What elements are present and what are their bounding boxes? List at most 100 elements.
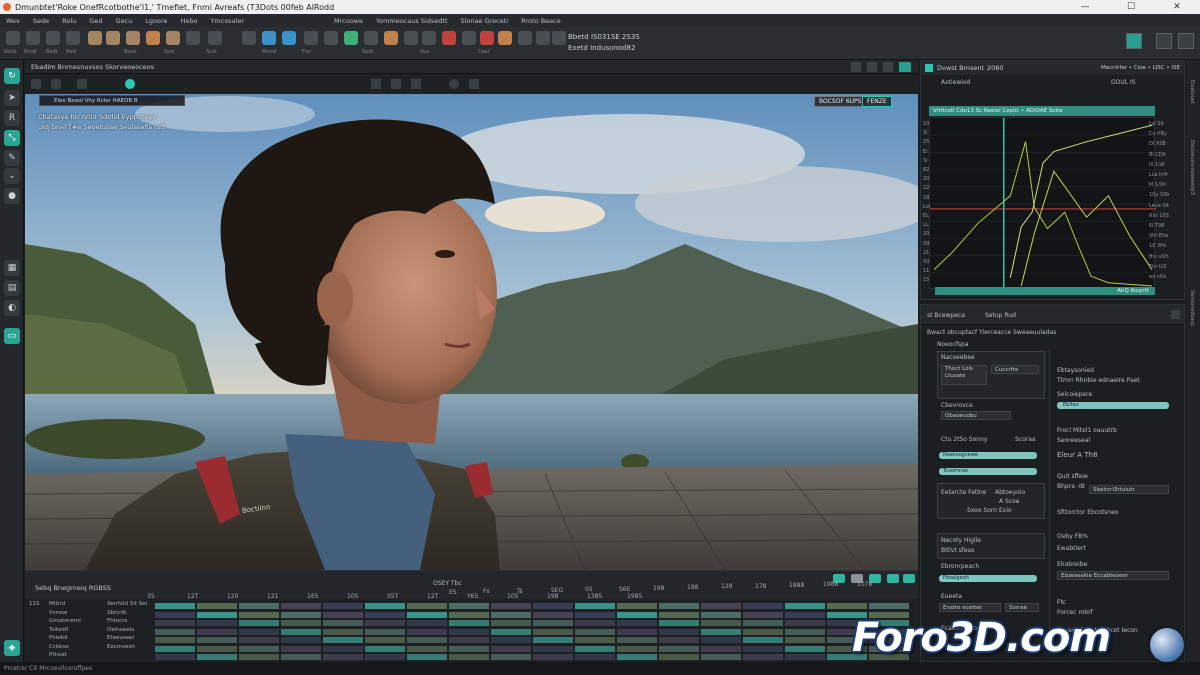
timeline-clip[interactable] — [659, 603, 699, 609]
timeline-clip[interactable] — [449, 654, 489, 660]
timeline-clip[interactable] — [617, 628, 657, 635]
timeline-clip[interactable] — [701, 645, 741, 652]
timeline-clip[interactable] — [743, 637, 783, 643]
timeline-clip[interactable] — [785, 603, 825, 609]
graph-bottom-bar[interactable]: AhQ Ibuyrtt — [935, 287, 1155, 295]
cursor-tool-icon[interactable]: ➤ — [4, 90, 20, 106]
timeline-clip[interactable] — [281, 611, 321, 618]
timeline-clip[interactable] — [617, 611, 657, 618]
timeline-clip[interactable] — [365, 645, 405, 652]
record-tool-icon[interactable] — [442, 31, 456, 45]
viewport-render-icon[interactable] — [899, 62, 911, 72]
property-field[interactable]: Cuccrtte — [991, 365, 1039, 374]
timeline-clip[interactable] — [575, 603, 615, 609]
brush-tool-icon[interactable] — [26, 31, 40, 45]
graph-channel-strip[interactable]: Vrtitcstl Cde13 Sc Reeiel Ceplic • ADIOA… — [929, 106, 1155, 116]
menu-item[interactable]: Gecu — [115, 17, 132, 25]
menu-item[interactable]: Lgoore — [145, 17, 167, 25]
timeline-clip[interactable] — [197, 620, 237, 626]
timeline-clip[interactable] — [701, 628, 741, 635]
timeline-clip[interactable] — [155, 620, 195, 626]
timeline-clip[interactable] — [575, 620, 615, 626]
timeline-clip[interactable] — [491, 628, 531, 635]
timeline-clip[interactable] — [239, 654, 279, 660]
grid-view-icon[interactable]: ▦ — [4, 260, 20, 276]
active-camera-icon[interactable] — [125, 79, 135, 89]
timeline-clip[interactable] — [155, 654, 195, 660]
timeline-clip[interactable] — [449, 603, 489, 609]
timeline-clip[interactable] — [449, 620, 489, 626]
wireframe-icon[interactable] — [391, 79, 401, 89]
timeline-clip[interactable] — [197, 654, 237, 660]
timeline-clip[interactable] — [743, 654, 783, 660]
timeline-clip[interactable] — [239, 611, 279, 618]
gem-tool-icon[interactable] — [262, 31, 276, 45]
timeline-clip[interactable] — [323, 637, 363, 643]
timeline-clip[interactable] — [365, 620, 405, 626]
inflate-tool-icon[interactable] — [126, 31, 140, 45]
track-name[interactable]: Fhiebd — [49, 635, 68, 641]
timeline-clip[interactable] — [785, 628, 825, 635]
track-name[interactable]: Mrbrd — [49, 601, 65, 607]
timeline-clip[interactable] — [785, 645, 825, 652]
cut-tool-icon[interactable] — [242, 31, 256, 45]
render-mode-tag[interactable]: BOCSOF 6UPS — [814, 96, 867, 107]
smooth-tool-icon[interactable] — [106, 31, 120, 45]
timeline-clip[interactable] — [785, 620, 825, 626]
timeline-clip[interactable] — [239, 620, 279, 626]
layout-toggle-icon[interactable] — [1156, 33, 1172, 49]
measure-tool-icon[interactable] — [536, 31, 550, 45]
viewport-shading-icon[interactable] — [867, 62, 877, 72]
menu-item[interactable]: Rolu — [62, 17, 76, 25]
curve-series-2[interactable] — [1020, 170, 1153, 287]
timeline-clip[interactable] — [239, 637, 279, 643]
timeline-clip[interactable] — [491, 637, 531, 643]
timeline-clip[interactable] — [491, 611, 531, 618]
grid-toggle-icon[interactable] — [1126, 33, 1142, 49]
timeline-clip[interactable] — [197, 637, 237, 643]
toggle-icon[interactable]: ◐ — [4, 300, 20, 316]
track-name[interactable]: Vsrose — [49, 610, 67, 616]
timeline-clip[interactable] — [365, 603, 405, 609]
viewport-info-bar[interactable]: Eleo Beaol Vhy Rcler HAEOB B — [39, 95, 185, 106]
timeline-clip[interactable] — [323, 603, 363, 609]
timeline-clip[interactable] — [533, 654, 573, 660]
timeline-clip[interactable] — [365, 611, 405, 618]
timeline-clip[interactable] — [659, 611, 699, 618]
shade-icon[interactable] — [411, 79, 421, 89]
select-tool-icon[interactable]: ↻ — [4, 68, 20, 84]
property-field[interactable]: Obaoeuobu — [941, 411, 1011, 420]
timeline-clip[interactable] — [281, 637, 321, 643]
timeline-clip[interactable] — [743, 620, 783, 626]
property-field[interactable]: Enstte ecetter — [939, 603, 1001, 612]
timeline-clip[interactable] — [407, 611, 447, 618]
minimize-button[interactable]: — — [1062, 0, 1108, 14]
texture-tool-icon[interactable] — [384, 31, 398, 45]
property-field[interactable]: Ebzeseekle Eccabteoeer — [1057, 571, 1169, 580]
timeline-clip[interactable] — [449, 645, 489, 652]
view-menu-icon[interactable] — [31, 79, 41, 89]
eraser-icon[interactable]: ● — [4, 188, 20, 204]
light-tool-icon[interactable] — [498, 31, 512, 45]
timeline-clip[interactable] — [617, 620, 657, 626]
timeline-clip[interactable] — [533, 645, 573, 652]
timeline-clip[interactable] — [407, 637, 447, 643]
tab-properties[interactable]: st Bcewpeca — [927, 312, 965, 319]
timeline-clip[interactable] — [365, 628, 405, 635]
isolate-icon[interactable] — [469, 79, 479, 89]
timeline-clip[interactable] — [155, 628, 195, 635]
timeline-clip[interactable] — [743, 611, 783, 618]
timeline-clip[interactable] — [533, 637, 573, 643]
timeline-clip[interactable] — [827, 603, 867, 609]
viewport-option-icon[interactable] — [851, 62, 861, 72]
timeline-clip[interactable] — [575, 628, 615, 635]
timeline-clip[interactable] — [323, 628, 363, 635]
freeze-tag[interactable]: FENZE — [862, 96, 892, 107]
timeline-clip[interactable] — [197, 611, 237, 618]
timeline-clip[interactable] — [281, 628, 321, 635]
timeline-clip[interactable] — [491, 620, 531, 626]
timeline-clip[interactable] — [197, 645, 237, 652]
timeline-clip[interactable] — [533, 628, 573, 635]
timeline-clip[interactable] — [155, 603, 195, 609]
timeline-clip[interactable] — [701, 654, 741, 660]
